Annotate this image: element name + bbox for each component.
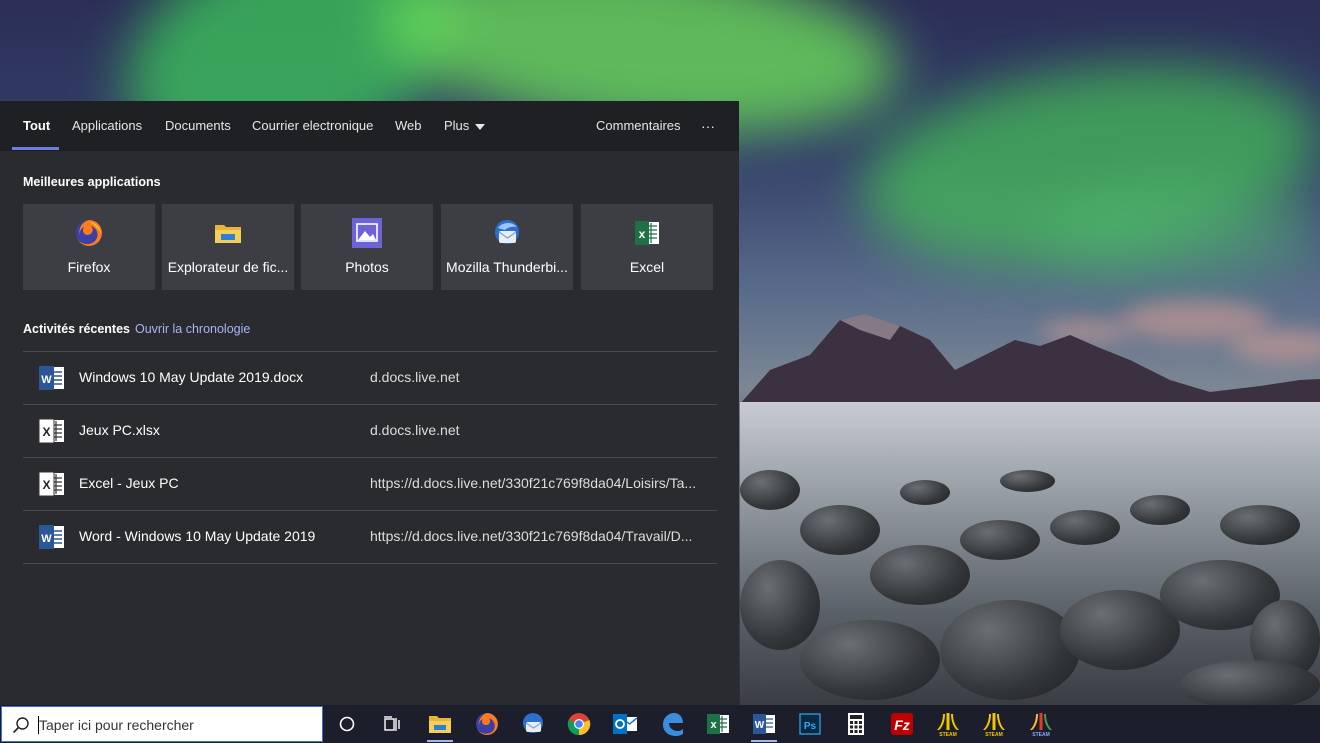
calculator-icon[interactable] [842,710,870,738]
svg-text:W: W [41,374,52,386]
recent-item-location: https://d.docs.live.net/330f21c769f8da04… [370,528,693,544]
app-label: Mozilla Thunderbi... [446,259,568,275]
mountain-silhouette [740,314,1320,410]
tab-applications[interactable]: Applications [72,101,142,151]
feedback-button[interactable]: Commentaires [596,101,681,151]
active-tab-indicator [12,147,59,150]
task-view-icon[interactable] [378,710,406,738]
open-timeline-link[interactable]: Ouvrir la chronologie [135,322,250,336]
file-explorer-icon [215,225,241,243]
recent-item-location: d.docs.live.net [370,369,460,385]
excel-doc-icon: X [38,471,64,497]
tab-more-label: Plus [444,118,470,133]
recent-item[interactable]: W Word - Windows 10 May Update 2019 http… [23,511,717,564]
search-icon [12,717,29,734]
thunderbird-icon[interactable] [519,710,547,738]
app-tile-thunderbird[interactable]: Mozilla Thunderbi... [441,204,573,290]
svg-text:Fz: Fz [894,717,910,733]
steam-icon[interactable]: STEAM [980,710,1008,738]
steam-icon[interactable]: STEAM [934,710,962,738]
running-indicator [751,740,777,742]
word-icon: W [39,525,64,549]
svg-text:x: x [710,719,717,731]
svg-text:Ps: Ps [804,721,817,732]
search-tabs: Tout Applications Documents Courrier ele… [0,101,739,151]
app-tile-photos[interactable]: Photos [301,204,433,290]
filezilla-icon[interactable]: Fz [888,710,916,738]
excel-icon[interactable]: x [704,710,732,738]
svg-text:STEAM: STEAM [985,732,1003,738]
excel-doc-icon: X [38,418,64,444]
file-explorer-icon[interactable] [426,710,454,738]
tab-all[interactable]: Tout [23,101,50,151]
svg-text:W: W [755,720,765,731]
taskbar-search-input[interactable]: Taper ici pour rechercher [1,706,323,742]
firefox-icon [76,220,102,246]
svg-text:x: x [639,227,646,241]
best-apps-title: Meilleures applications [23,175,161,189]
edge-icon[interactable] [658,710,686,738]
steam-icon[interactable]: STEAM [1027,710,1055,738]
svg-text:X: X [42,425,50,439]
taskbar: Taper ici pour rechercher x W Ps Fz STEA… [0,705,1320,743]
chrome-icon[interactable] [565,710,593,738]
app-tile-excel[interactable]: x Excel [581,204,713,290]
chevron-down-icon [475,123,486,130]
firefox-icon[interactable] [473,710,501,738]
svg-text:X: X [42,478,50,492]
app-label: Explorateur de fic... [167,259,289,275]
app-label: Firefox [67,259,111,275]
tab-more[interactable]: Plus [444,101,486,151]
recent-item-name: Word - Windows 10 May Update 2019 [79,528,316,544]
word-icon: W [39,366,64,390]
recent-item-name: Excel - Jeux PC [79,475,179,491]
recent-item-location: https://d.docs.live.net/330f21c769f8da04… [370,475,697,491]
search-placeholder: Taper ici pour rechercher [39,717,194,733]
running-indicator [427,740,453,742]
thunderbird-icon [495,220,519,244]
tab-web[interactable]: Web [395,101,422,151]
svg-text:STEAM: STEAM [1032,732,1050,738]
recent-item[interactable]: X Excel - Jeux PC https://d.docs.live.ne… [23,458,717,511]
more-options-button[interactable]: ··· [701,101,715,151]
photos-icon [352,218,382,248]
tab-documents[interactable]: Documents [165,101,231,151]
app-tile-firefox[interactable]: Firefox [23,204,155,290]
recent-item[interactable]: X Jeux PC.xlsx d.docs.live.net [23,405,717,458]
outlook-icon[interactable] [611,710,639,738]
photoshop-icon[interactable]: Ps [796,710,824,738]
recent-activities-title: Activités récentes [23,322,131,336]
recent-item-name: Windows 10 May Update 2019.docx [79,369,304,385]
app-label: Excel [629,259,665,275]
tab-email[interactable]: Courrier electronique [252,101,373,151]
recent-item-name: Jeux PC.xlsx [79,422,160,438]
search-panel: Tout Applications Documents Courrier ele… [0,101,739,705]
recent-item-location: d.docs.live.net [370,422,460,438]
app-label: Photos [345,259,389,275]
cortana-icon[interactable] [333,710,361,738]
app-tile-file-explorer[interactable]: Explorateur de fic... [162,204,294,290]
excel-icon: x [635,221,659,245]
recent-item[interactable]: W Windows 10 May Update 2019.docx d.docs… [23,352,717,405]
svg-text:W: W [41,533,52,545]
word-icon[interactable]: W [750,710,778,738]
svg-text:STEAM: STEAM [939,732,957,738]
